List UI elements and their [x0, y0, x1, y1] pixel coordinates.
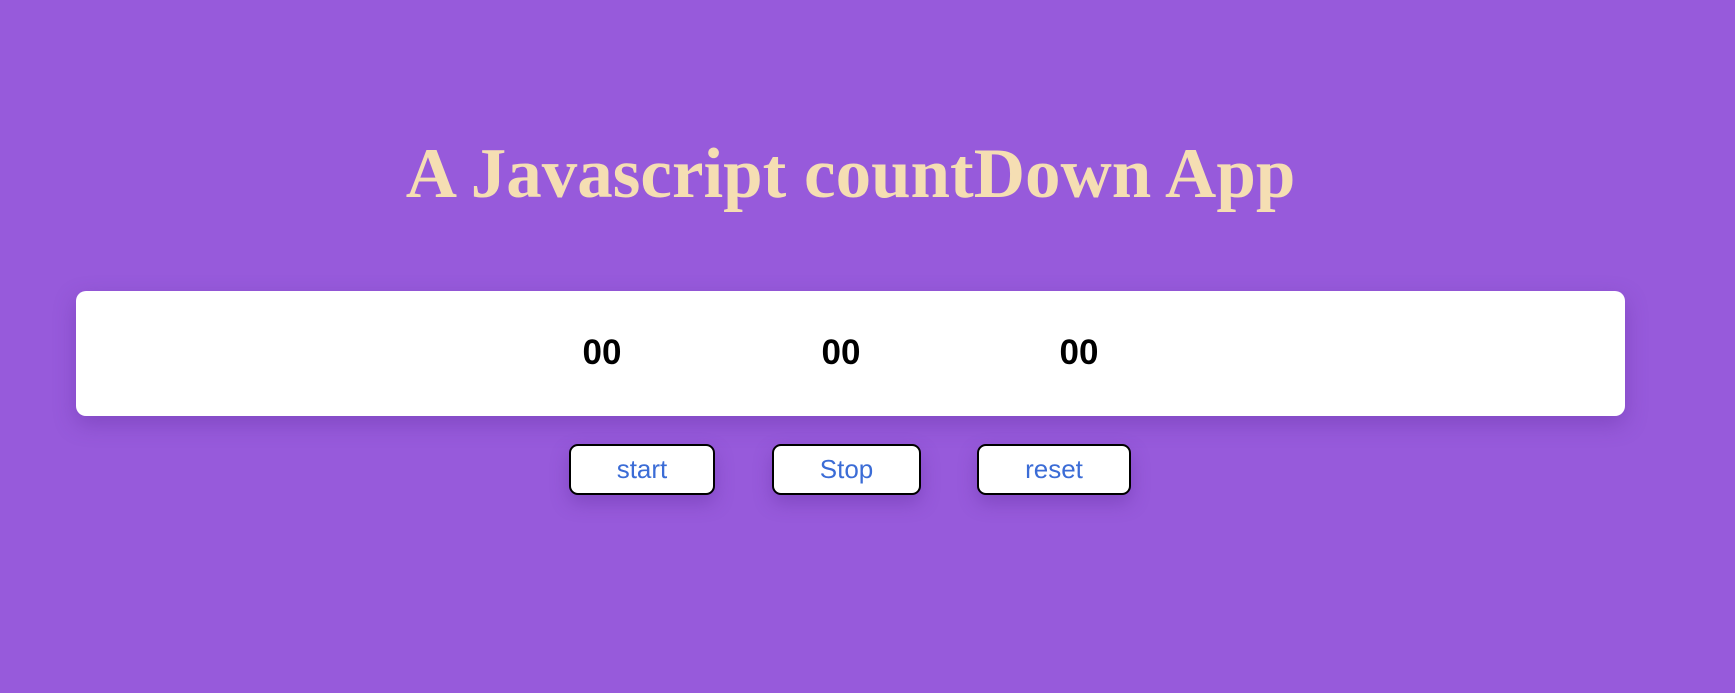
reset-button[interactable]: reset [977, 444, 1131, 495]
page-title: A Javascript countDown App [405, 135, 1296, 213]
stop-button[interactable]: Stop [772, 444, 921, 495]
timer-hours: 00 [582, 333, 622, 372]
start-button[interactable]: start [569, 444, 715, 495]
timer-seconds: 00 [1059, 333, 1099, 372]
countdown-display: 00 00 00 [76, 291, 1625, 416]
timer-minutes: 00 [821, 333, 861, 372]
